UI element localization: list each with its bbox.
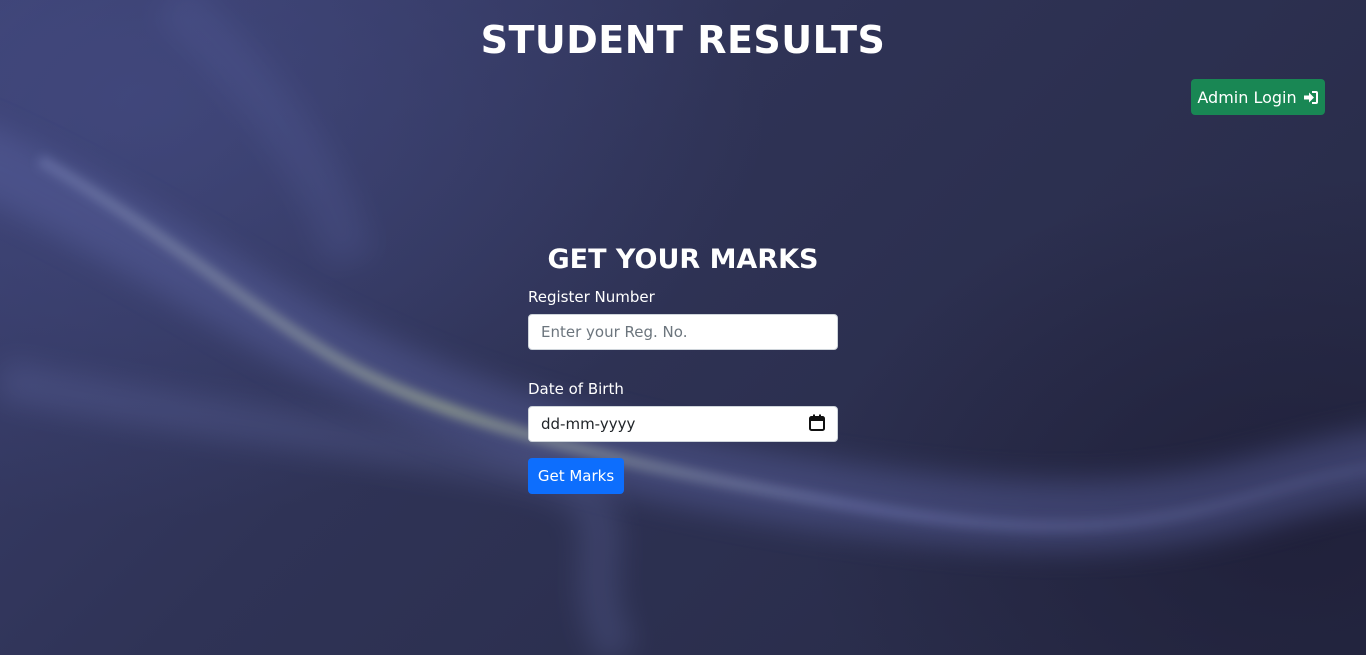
date-of-birth-input[interactable]: dd-mm-yyyy — [528, 406, 838, 442]
marks-form: GET YOUR MARKS Register Number Date of B… — [528, 240, 838, 494]
date-of-birth-value: dd-mm-yyyy — [541, 415, 636, 433]
get-marks-button[interactable]: Get Marks — [528, 458, 624, 494]
sign-in-icon — [1303, 90, 1319, 105]
form-heading: GET YOUR MARKS — [547, 244, 819, 275]
admin-login-label: Admin Login — [1197, 87, 1297, 107]
date-of-birth-label: Date of Birth — [528, 380, 624, 398]
register-number-input[interactable] — [528, 314, 838, 350]
calendar-icon[interactable] — [809, 414, 825, 435]
register-number-label: Register Number — [528, 288, 655, 306]
page-title: STUDENT RESULTS — [480, 18, 886, 62]
admin-login-button[interactable]: Admin Login — [1191, 79, 1325, 115]
